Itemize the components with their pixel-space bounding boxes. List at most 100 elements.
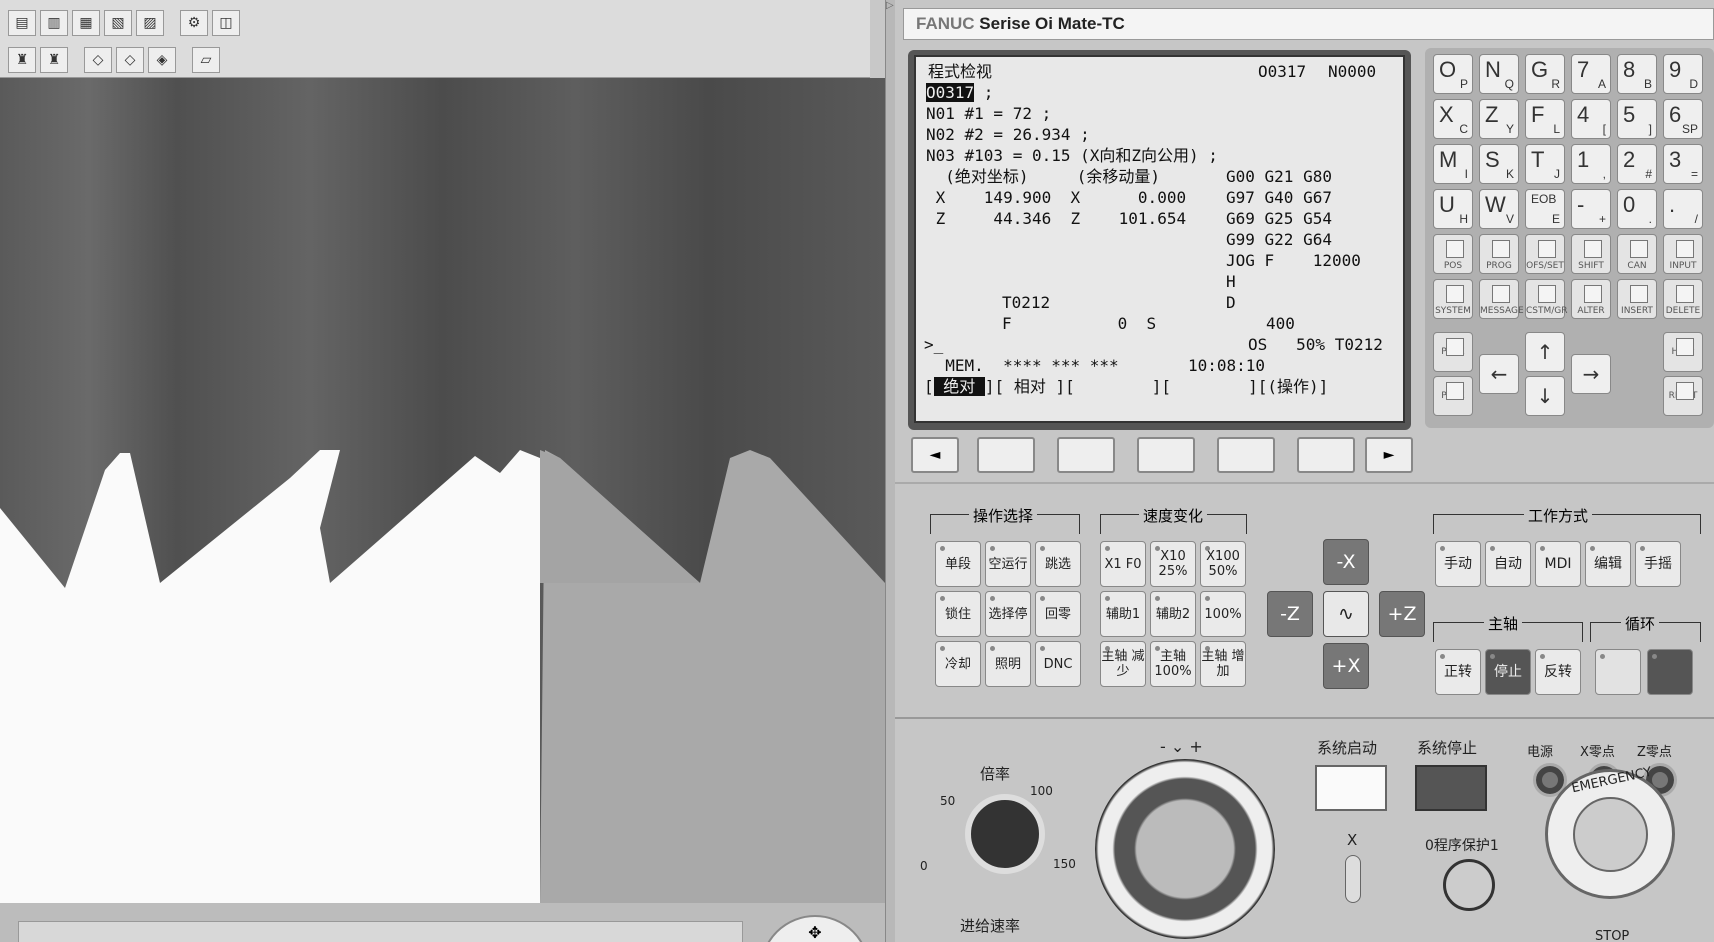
key-2[interactable]: 2 # — [1617, 144, 1657, 184]
cube-icon[interactable]: ◫ — [212, 10, 240, 36]
spindlebuttons-button-0[interactable]: 正转 — [1435, 649, 1481, 695]
file-open2-icon[interactable]: ▧ — [104, 10, 132, 36]
speedbuttons-button-4[interactable]: 辅助2 — [1150, 591, 1196, 637]
settings-icon[interactable]: ⚙ — [180, 10, 208, 36]
eraser-icon[interactable]: ◇ — [84, 47, 112, 73]
softkey-right[interactable]: ► — [1365, 437, 1413, 473]
jog-minus-z[interactable]: -Z — [1267, 591, 1313, 637]
page-down-key[interactable]: PAGE — [1433, 376, 1473, 416]
opbuttons-button-7[interactable]: 照明 — [985, 641, 1031, 687]
softkey-1[interactable] — [977, 437, 1035, 473]
fkey-input[interactable]: INPUT — [1663, 234, 1703, 274]
fkey-cstm-gr[interactable]: CSTM/GR — [1525, 279, 1568, 319]
eraser3-icon[interactable]: ◈ — [148, 47, 176, 73]
key-9[interactable]: 9D — [1663, 54, 1703, 94]
opbuttons-button-8[interactable]: DNC — [1035, 641, 1081, 687]
fkey-can[interactable]: CAN — [1617, 234, 1657, 274]
handwheel[interactable] — [1095, 759, 1275, 939]
fkey-prog[interactable]: PROG — [1479, 234, 1519, 274]
fkey-ofs-set[interactable]: OFS/SET — [1525, 234, 1565, 274]
jog-rapid[interactable]: ∿ — [1323, 591, 1369, 637]
arrow-up-key[interactable]: ↑ — [1525, 332, 1565, 372]
fkey-insert[interactable]: INSERT — [1617, 279, 1657, 319]
jog-minus-x[interactable]: -X — [1323, 539, 1369, 585]
program-protect-key[interactable] — [1443, 859, 1495, 911]
key-0[interactable]: 0. — [1617, 189, 1657, 229]
machining-view[interactable] — [0, 78, 885, 903]
speedbuttons-button-6[interactable]: 主轴 减少 — [1100, 641, 1146, 687]
opbuttons-button-6[interactable]: 冷却 — [935, 641, 981, 687]
file-saveas-icon[interactable]: ▨ — [136, 10, 164, 36]
fkey-alter[interactable]: ALTER — [1571, 279, 1611, 319]
spindlebuttons-button-1[interactable]: 停止 — [1485, 649, 1531, 695]
speedbuttons-button-3[interactable]: 辅助1 — [1100, 591, 1146, 637]
key-1[interactable]: 1, — [1571, 144, 1611, 184]
speedbuttons-button-8[interactable]: 主轴 增加 — [1200, 641, 1246, 687]
tool-icon[interactable]: ♜ — [8, 47, 36, 73]
modebuttons-button-3[interactable]: 编辑 — [1585, 541, 1631, 587]
opbuttons-button-3[interactable]: 锁住 — [935, 591, 981, 637]
speedbuttons-button-1[interactable]: X10 25% — [1150, 541, 1196, 587]
key-z[interactable]: ZY — [1479, 99, 1519, 139]
speedbuttons-button-2[interactable]: X100 50% — [1200, 541, 1246, 587]
eraser2-icon[interactable]: ◇ — [116, 47, 144, 73]
fkey-shift[interactable]: SHIFT — [1571, 234, 1611, 274]
fkey-system[interactable]: SYSTEM — [1433, 279, 1473, 319]
jog-plus-x[interactable]: +X — [1323, 643, 1369, 689]
page-up-key[interactable]: PAGE — [1433, 332, 1473, 372]
arrow-right-key[interactable]: → — [1571, 354, 1611, 394]
key-7[interactable]: 7A — [1571, 54, 1611, 94]
reset-key[interactable]: RESET — [1663, 376, 1703, 416]
key-n[interactable]: NQ — [1479, 54, 1519, 94]
speedbuttons-button-7[interactable]: 主轴 100% — [1150, 641, 1196, 687]
cycle-stop-button[interactable] — [1647, 649, 1693, 695]
key-m[interactable]: MI — [1433, 144, 1473, 184]
softkey-4[interactable] — [1217, 437, 1275, 473]
key-8[interactable]: 8B — [1617, 54, 1657, 94]
key-.[interactable]: . / — [1663, 189, 1703, 229]
key-x[interactable]: XC — [1433, 99, 1473, 139]
splitter[interactable]: ▷ — [885, 0, 895, 942]
key-s[interactable]: SK — [1479, 144, 1519, 184]
fkey-pos[interactable]: POS — [1433, 234, 1473, 274]
opbuttons-button-5[interactable]: 回零 — [1035, 591, 1081, 637]
help-key[interactable]: HELP — [1663, 332, 1703, 372]
jog-plus-z[interactable]: +Z — [1379, 591, 1425, 637]
fkey-message[interactable]: MESSAGE — [1479, 279, 1524, 319]
modebuttons-button-1[interactable]: 自动 — [1485, 541, 1531, 587]
key-w[interactable]: WV — [1479, 189, 1519, 229]
modebuttons-button-4[interactable]: 手摇 — [1635, 541, 1681, 587]
key-f[interactable]: FL — [1525, 99, 1565, 139]
key-6[interactable]: 6 SP — [1663, 99, 1703, 139]
tool2-icon[interactable]: ♜ — [40, 47, 68, 73]
spindlebuttons-button-2[interactable]: 反转 — [1535, 649, 1581, 695]
file-new-icon[interactable]: ▤ — [8, 10, 36, 36]
ruler-icon[interactable]: ▱ — [192, 47, 220, 73]
modebuttons-button-0[interactable]: 手动 — [1435, 541, 1481, 587]
cycle-start-button[interactable] — [1595, 649, 1641, 695]
speedbuttons-button-5[interactable]: 100% — [1200, 591, 1246, 637]
key-4[interactable]: 4[ — [1571, 99, 1611, 139]
fkey-delete[interactable]: DELETE — [1663, 279, 1703, 319]
softkey-left[interactable]: ◄ — [911, 437, 959, 473]
key-5[interactable]: 5] — [1617, 99, 1657, 139]
modebuttons-button-2[interactable]: MDI — [1535, 541, 1581, 587]
system-stop-button[interactable] — [1415, 765, 1487, 811]
key-u[interactable]: UH — [1433, 189, 1473, 229]
opbuttons-button-2[interactable]: 跳选 — [1035, 541, 1081, 587]
key-eob[interactable]: EOB E — [1525, 189, 1565, 229]
key-g[interactable]: GR — [1525, 54, 1565, 94]
key--[interactable]: - + — [1571, 189, 1611, 229]
softkey-2[interactable] — [1057, 437, 1115, 473]
softkey-5[interactable] — [1297, 437, 1355, 473]
feed-rate-knob[interactable] — [965, 794, 1045, 874]
system-start-button[interactable] — [1315, 765, 1387, 811]
opbuttons-button-1[interactable]: 空运行 — [985, 541, 1031, 587]
arrow-down-key[interactable]: ↓ — [1525, 376, 1565, 416]
key-t[interactable]: TJ — [1525, 144, 1565, 184]
file-save-icon[interactable]: ▦ — [72, 10, 100, 36]
key-o[interactable]: OP — [1433, 54, 1473, 94]
arrow-left-key[interactable]: ← — [1479, 354, 1519, 394]
key-3[interactable]: 3 = — [1663, 144, 1703, 184]
axis-select-switch[interactable] — [1345, 855, 1361, 903]
